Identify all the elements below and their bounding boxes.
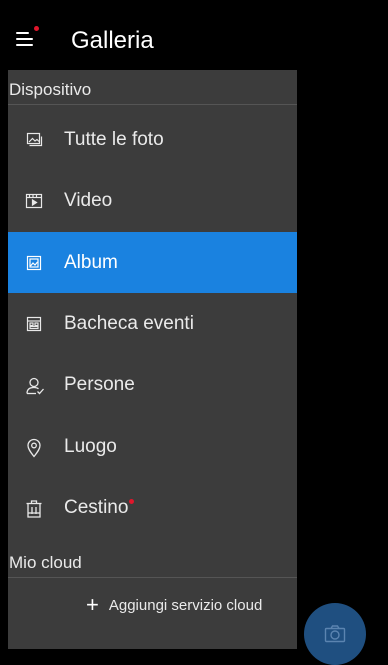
camera-fab-button[interactable] <box>304 603 366 665</box>
drawer-item-label: Video <box>64 189 113 211</box>
location-icon <box>25 438 43 458</box>
photos-icon <box>25 131 43 149</box>
navigation-drawer: Dispositivo Tutte le foto Video Album Ba… <box>8 70 297 649</box>
drawer-item-label: Luogo <box>64 435 117 457</box>
drawer-item-label: Persone <box>64 373 135 395</box>
app-bar: Galleria <box>0 0 388 70</box>
trash-badge-dot <box>129 498 135 504</box>
menu-line <box>16 32 29 34</box>
menu-line <box>16 44 33 46</box>
drawer-item-label: Tutte le foto <box>64 128 164 150</box>
drawer-item-label-wrap: Cestino <box>64 496 135 519</box>
event-board-icon <box>25 315 43 333</box>
section-header-cloud: Mio cloud <box>8 548 297 578</box>
menu-line <box>16 38 33 40</box>
drawer-item-all-photos[interactable]: Tutte le foto <box>8 109 297 170</box>
trash-icon <box>25 499 43 518</box>
plus-icon: + <box>86 592 99 617</box>
people-icon <box>25 376 44 394</box>
section-header-label: Dispositivo <box>9 80 92 99</box>
drawer-item-album[interactable]: Album <box>8 232 297 293</box>
section-header-device: Dispositivo <box>8 75 297 105</box>
drawer-item-people[interactable]: Persone <box>8 354 297 415</box>
album-icon <box>25 254 43 272</box>
section-header-label: Mio cloud <box>9 553 82 572</box>
drawer-item-label: Cestino <box>64 496 129 518</box>
drawer-item-label: Bacheca eventi <box>64 312 194 334</box>
add-cloud-service-button[interactable]: + Aggiungi servizio cloud <box>86 590 262 620</box>
app-title: Galleria <box>71 27 154 54</box>
video-icon <box>25 192 43 210</box>
drawer-item-trash[interactable]: Cestino <box>8 477 297 538</box>
drawer-item-video[interactable]: Video <box>8 170 297 231</box>
drawer-item-label: Album <box>64 251 118 273</box>
drawer-item-location[interactable]: Luogo <box>8 416 297 477</box>
notification-dot <box>34 26 39 31</box>
hamburger-menu-button[interactable] <box>14 24 40 48</box>
drawer-item-event-board[interactable]: Bacheca eventi <box>8 293 297 354</box>
add-cloud-label: Aggiungi servizio cloud <box>108 596 263 614</box>
